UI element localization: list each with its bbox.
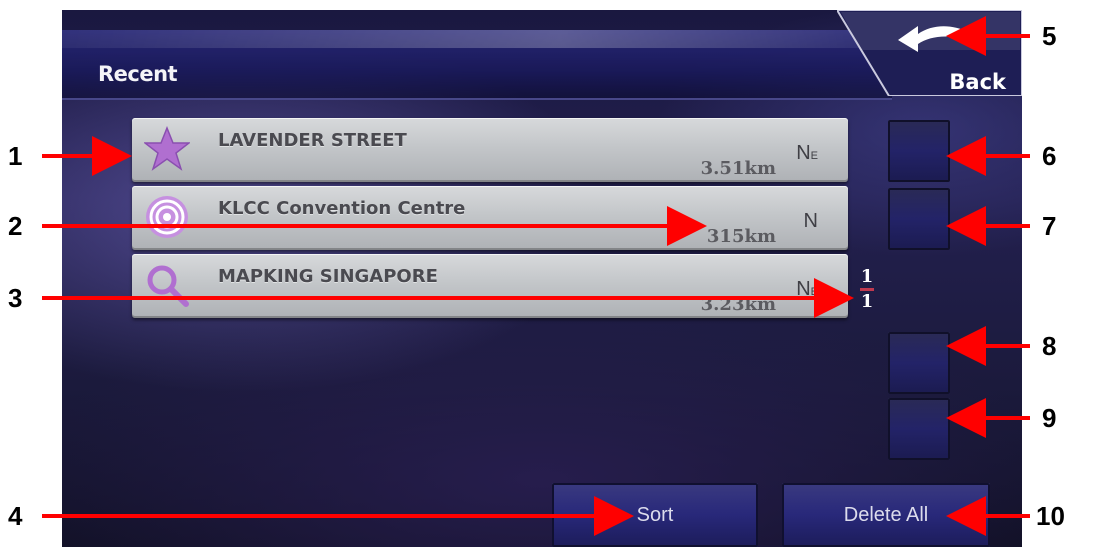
callout-9: 9 bbox=[1042, 403, 1057, 433]
annotation-overlay bbox=[42, 16, 1030, 536]
callout-1: 1 bbox=[8, 141, 23, 171]
callout-8: 8 bbox=[1042, 331, 1057, 361]
callout-3: 3 bbox=[8, 283, 23, 313]
callout-4: 4 bbox=[8, 501, 23, 531]
callout-2: 2 bbox=[8, 211, 23, 241]
callout-6: 6 bbox=[1042, 141, 1057, 171]
callout-7: 7 bbox=[1042, 211, 1057, 241]
callout-10: 10 bbox=[1036, 501, 1065, 531]
callout-5: 5 bbox=[1042, 21, 1057, 51]
